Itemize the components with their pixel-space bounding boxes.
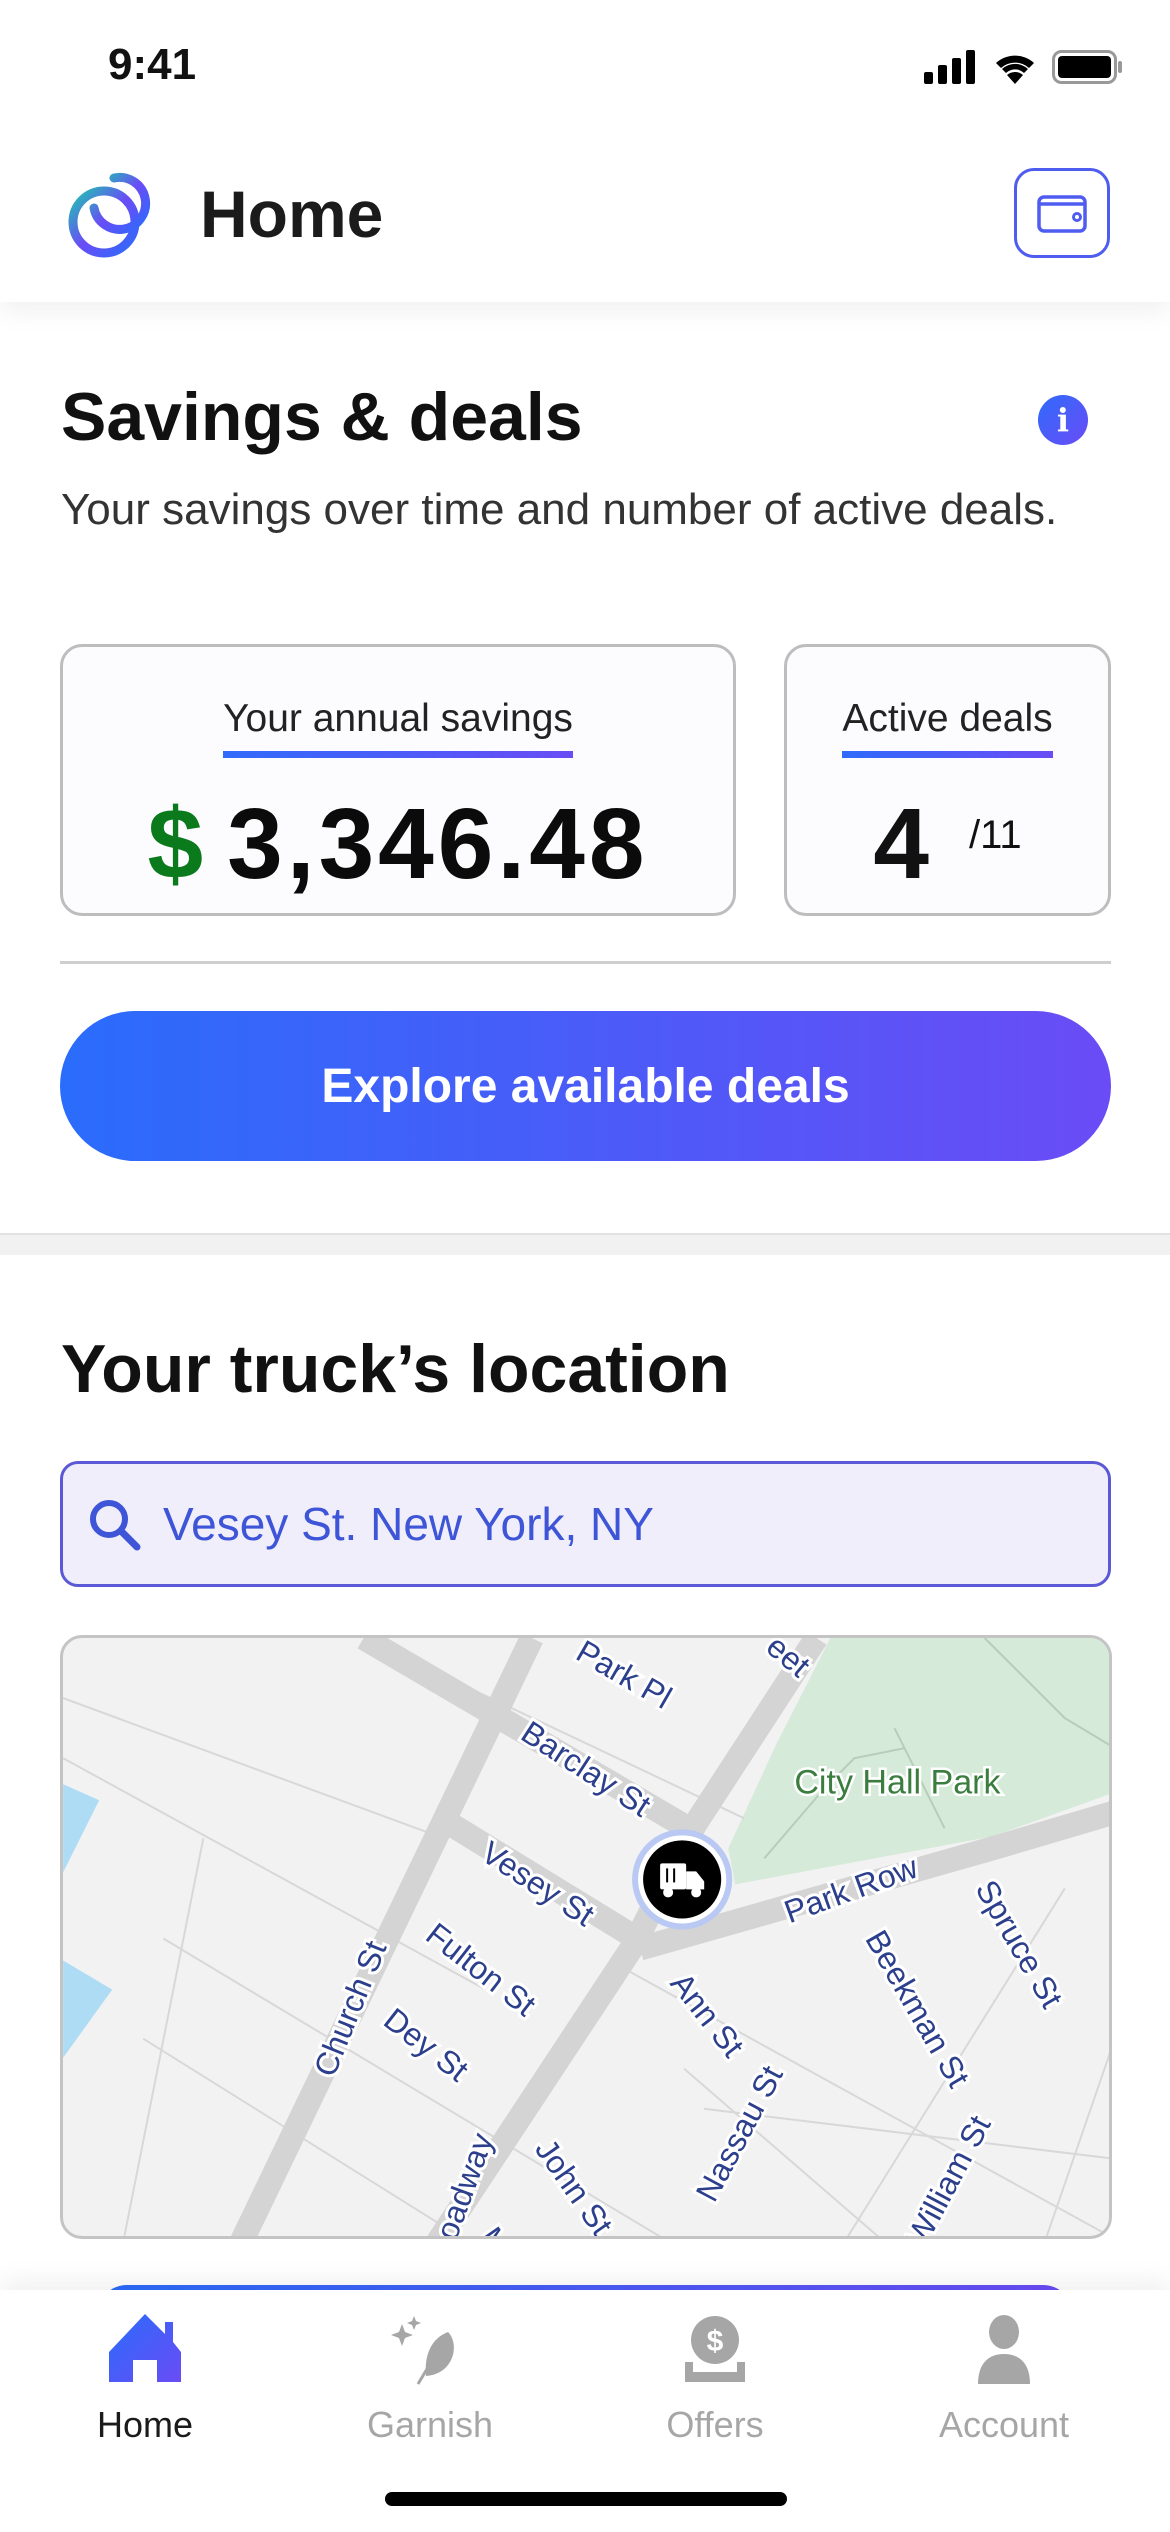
street-label: Fulton St — [419, 1916, 542, 2023]
section-title-location: Your truck’s location — [61, 1331, 730, 1407]
sparkle-leaf-icon — [391, 2316, 454, 2385]
tab-garnish[interactable]: Garnish — [320, 2314, 540, 2446]
status-icons — [924, 50, 1124, 84]
street-label: Vesey St — [475, 1834, 601, 1933]
street-label: Park Pl — [570, 1638, 677, 1716]
tab-label: Offers — [666, 2404, 764, 2445]
tab-label: Garnish — [366, 2404, 494, 2445]
section-subtitle: Your savings over time and number of act… — [61, 485, 1058, 534]
street-label: Beekman St — [858, 1924, 977, 2093]
active-count: 4 — [873, 788, 929, 900]
park-label: City Hall Park — [794, 1763, 1001, 1801]
section-title: Savings & deals — [61, 379, 583, 455]
battery-icon — [1052, 50, 1122, 84]
annual-savings-value: $3,346.48 — [63, 787, 733, 902]
active-deals-label: Active deals — [842, 697, 1053, 758]
truck-location-map[interactable]: eet Park Pl Barclay St Vesey St Park Row… — [60, 1635, 1112, 2239]
annual-savings-card: Your annual savings $3,346.48 — [60, 644, 736, 916]
home-icon — [109, 2314, 181, 2382]
water — [63, 1960, 113, 2058]
map-canvas: eet Park Pl Barclay St Vesey St Park Row… — [63, 1638, 1109, 2239]
tab-offers[interactable]: $ Offers — [605, 2314, 825, 2446]
water — [63, 1784, 100, 1873]
active-deals-value: 4/11 — [787, 787, 1108, 902]
dollar-coin-icon: $ — [685, 2316, 745, 2382]
food-truck-marker[interactable] — [632, 1829, 733, 1930]
street-label: Nassau St — [689, 2060, 790, 2208]
wifi-icon — [996, 55, 1034, 84]
home-indicator — [385, 2492, 787, 2506]
tab-account[interactable]: Account — [894, 2314, 1114, 2446]
wallet-button[interactable] — [1014, 168, 1110, 258]
tab-label: Home — [96, 2404, 194, 2445]
page-title: Home — [200, 177, 384, 251]
total-deals: /11 — [968, 813, 1022, 857]
amount: 3,346.48 — [227, 788, 649, 900]
person-icon — [978, 2315, 1030, 2384]
location-search-input[interactable]: Vesey St. New York, NY — [60, 1461, 1111, 1587]
section-separator — [0, 1233, 1170, 1255]
info-icon[interactable]: i — [1038, 395, 1088, 445]
street-label: John St — [528, 2132, 620, 2239]
street-label: Spruce St — [969, 1874, 1071, 2014]
ring-logo-icon — [68, 172, 151, 258]
explore-deals-button[interactable]: Explore available deals — [60, 1011, 1111, 1161]
currency-symbol: $ — [147, 788, 208, 900]
status-time: 9:41 — [108, 40, 197, 89]
wallet-icon — [1037, 195, 1087, 233]
annual-savings-label: Your annual savings — [223, 697, 573, 758]
street-label: M — [473, 2220, 518, 2239]
tab-home[interactable]: Home — [35, 2314, 255, 2446]
signal-icon — [924, 50, 975, 84]
street-label: Barclay St — [515, 1714, 657, 1824]
street-label: Ann St — [664, 1966, 752, 2064]
search-value: Vesey St. New York, NY — [163, 1498, 654, 1550]
active-deals-card: Active deals 4/11 — [784, 644, 1111, 916]
street-label: Church St — [307, 1936, 394, 2082]
app-header: 9:41 Home — [0, 0, 1170, 302]
divider — [60, 961, 1111, 964]
search-icon — [90, 1500, 141, 1551]
svg-text:$: $ — [707, 2325, 724, 2358]
tab-label: Account — [938, 2404, 1070, 2445]
